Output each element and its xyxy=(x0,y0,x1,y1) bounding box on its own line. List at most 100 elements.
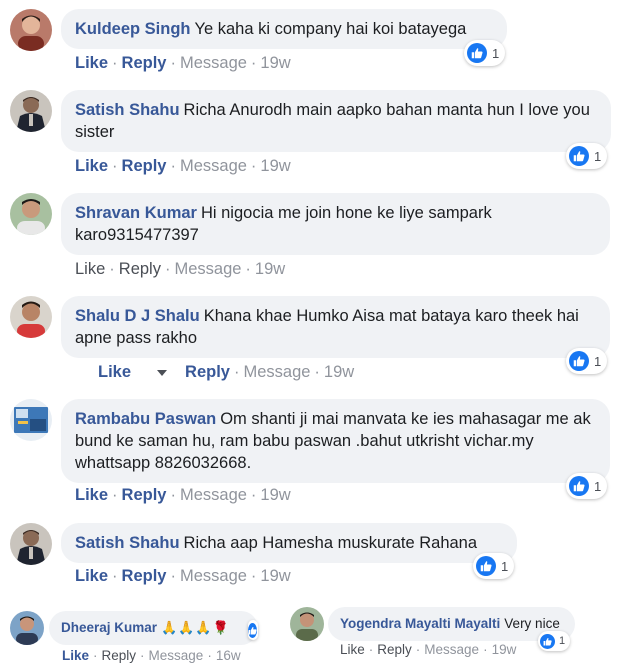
comment-text: Ye kaha ki company hai koi batayega xyxy=(194,20,467,38)
reaction-badge[interactable]: 1 xyxy=(464,40,506,66)
message-link[interactable]: Message xyxy=(149,648,204,663)
separator: · xyxy=(170,567,176,585)
reaction-badge[interactable]: 1 xyxy=(566,348,608,374)
reply-button[interactable]: Reply xyxy=(122,567,167,585)
comment-actions: Like · Reply · Message · 16w xyxy=(62,648,241,663)
like-button[interactable]: Like xyxy=(340,642,365,657)
comment-bubble: Dheeraj Kumar 🙏🙏🙏🌹 xyxy=(49,611,258,645)
reaction-count: 1 xyxy=(559,635,566,647)
avatar[interactable] xyxy=(10,611,44,645)
separator: · xyxy=(170,157,176,175)
separator: · xyxy=(314,363,320,381)
comment-text: Richa aap Hamesha muskurate Rahana xyxy=(183,534,478,552)
thumbs-up-icon xyxy=(476,556,496,576)
message-link[interactable]: Message xyxy=(174,260,241,278)
reaction-count: 1 xyxy=(594,353,602,369)
avatar[interactable] xyxy=(10,296,52,338)
like-button[interactable]: Like xyxy=(75,260,105,278)
reply-button[interactable]: Reply xyxy=(122,157,167,175)
comment-text: Very nice xyxy=(504,616,560,631)
avatar[interactable] xyxy=(10,523,52,565)
comment-actions: Like Reply · Message · 19w xyxy=(98,363,354,382)
avatar[interactable] xyxy=(10,9,52,51)
message-link[interactable]: Message xyxy=(180,486,247,504)
comment-bubble: Rambabu Paswan Om shanti ji mai manvata k… xyxy=(61,399,610,483)
message-link[interactable]: Message xyxy=(243,363,310,381)
separator: · xyxy=(250,54,257,72)
reply-button[interactable]: Reply xyxy=(122,486,167,504)
comment-author[interactable]: Yogendra Mayalti Mayalti xyxy=(340,616,500,631)
separator: · xyxy=(140,648,145,663)
separator: · xyxy=(112,54,118,72)
comment-actions: Like · Reply · Message · 19w xyxy=(75,260,285,279)
timestamp[interactable]: 19w xyxy=(324,363,354,381)
reply-button[interactable]: Reply xyxy=(119,260,161,278)
reaction-badge[interactable]: 1 xyxy=(538,631,571,651)
thumbs-up-icon xyxy=(569,146,589,166)
reaction-count: 1 xyxy=(594,148,602,164)
reaction-badge[interactable] xyxy=(248,620,258,640)
avatar[interactable] xyxy=(10,399,52,441)
message-link[interactable]: Message xyxy=(180,54,247,72)
separator: · xyxy=(112,567,118,585)
message-link[interactable]: Message xyxy=(180,157,247,175)
separator: · xyxy=(109,260,115,278)
comment-author[interactable]: Kuldeep Singh xyxy=(75,20,191,38)
separator: · xyxy=(250,567,257,585)
message-link[interactable]: Message xyxy=(424,642,479,657)
reaction-badge[interactable]: 1 xyxy=(566,473,608,499)
timestamp[interactable]: 19w xyxy=(260,157,290,175)
timestamp[interactable]: 19w xyxy=(260,567,290,585)
thumbs-up-icon xyxy=(467,43,487,63)
avatar[interactable] xyxy=(10,90,52,132)
comment-bubble: Shalu D J Shalu Khana khae Humko Aisa mat… xyxy=(61,296,610,358)
comment-author[interactable]: Satish Shahu xyxy=(75,534,180,552)
reply-button[interactable]: Reply xyxy=(122,54,167,72)
comment-bubble: Satish Shahu Richa Anurodh main aapko bah… xyxy=(61,90,611,152)
comment-bubble: Satish Shahu Richa aap Hamesha muskurate … xyxy=(61,523,517,563)
separator: · xyxy=(164,260,171,278)
timestamp[interactable]: 19w xyxy=(260,54,290,72)
reaction-badge[interactable]: 1 xyxy=(473,553,515,579)
comment-actions: Like · Reply · Message · 19w xyxy=(75,486,291,505)
comment-actions: Like · Reply · Message · 19w xyxy=(75,54,291,73)
reaction-badge[interactable]: 1 xyxy=(566,143,608,169)
thumbs-up-icon xyxy=(569,476,589,496)
comment-author[interactable]: Shalu D J Shalu xyxy=(75,307,200,325)
like-button[interactable]: Like xyxy=(62,648,89,663)
separator: · xyxy=(415,642,421,657)
comment-author[interactable]: Dheeraj Kumar xyxy=(61,620,157,635)
comment-actions: Like · Reply · Message · 19w xyxy=(75,157,291,176)
timestamp[interactable]: 19w xyxy=(492,642,517,657)
thumbs-up-icon xyxy=(248,622,257,638)
like-button[interactable]: Like xyxy=(75,157,108,175)
separator: · xyxy=(250,486,257,504)
separator: · xyxy=(93,648,98,663)
separator: · xyxy=(368,642,374,657)
separator: · xyxy=(112,486,118,504)
like-button[interactable]: Like xyxy=(98,363,131,381)
timestamp[interactable]: 19w xyxy=(255,260,285,278)
thumbs-up-icon xyxy=(540,633,555,649)
comment-author[interactable]: Satish Shahu xyxy=(75,101,180,119)
message-link[interactable]: Message xyxy=(180,567,247,585)
reaction-count: 1 xyxy=(492,45,500,61)
reply-button[interactable]: Reply xyxy=(102,648,137,663)
comment-actions: Like · Reply · Message · 19w xyxy=(340,642,516,657)
like-button[interactable]: Like xyxy=(75,567,108,585)
reply-button[interactable]: Reply xyxy=(377,642,412,657)
like-button[interactable]: Like xyxy=(75,54,108,72)
comment-author[interactable]: Shravan Kumar xyxy=(75,204,197,222)
separator: · xyxy=(250,157,257,175)
avatar[interactable] xyxy=(290,607,324,641)
separator: · xyxy=(245,260,251,278)
comment-author[interactable]: Rambabu Paswan xyxy=(75,410,216,428)
timestamp[interactable]: 19w xyxy=(260,486,290,504)
reaction-count: 1 xyxy=(594,478,602,494)
caret-down-icon[interactable] xyxy=(157,369,168,376)
avatar[interactable] xyxy=(10,193,52,235)
like-button[interactable]: Like xyxy=(75,486,108,504)
timestamp[interactable]: 16w xyxy=(216,648,241,663)
reply-button[interactable]: Reply xyxy=(185,363,230,381)
comment-bubble: Shravan Kumar Hi nigocia me join hone ke … xyxy=(61,193,610,255)
